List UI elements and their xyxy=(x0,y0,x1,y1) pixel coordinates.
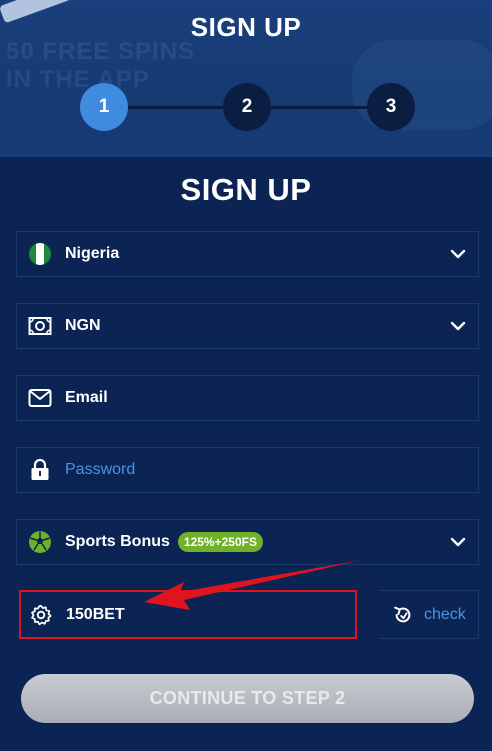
lock-icon xyxy=(27,457,53,483)
form-title: SIGN UP xyxy=(180,172,312,207)
check-label: check xyxy=(424,605,466,623)
password-field[interactable]: Password xyxy=(16,447,479,493)
continue-button[interactable]: CONTINUE TO STEP 2 xyxy=(21,674,474,723)
nigeria-flag-icon xyxy=(27,241,53,267)
envelope-icon xyxy=(27,385,53,411)
chevron-down-icon xyxy=(450,321,466,331)
check-promo-button[interactable]: check xyxy=(380,590,479,639)
refresh-icon xyxy=(392,604,414,626)
promo-code-value: 150BET xyxy=(66,605,125,623)
step-1: 1 xyxy=(80,83,128,131)
promo-banner: 50 FREE SPINS IN THE APP SIGN UP 1 2 3 xyxy=(0,0,492,157)
currency-value: NGN xyxy=(65,317,101,334)
currency-select[interactable]: NGN xyxy=(16,303,479,349)
step-3: 3 xyxy=(367,83,415,131)
country-value: Nigeria xyxy=(65,245,120,262)
bonus-badge: 125%+250FS xyxy=(177,532,263,552)
bonus-value: Sports Bonus xyxy=(65,533,170,550)
soccer-ball-icon xyxy=(27,529,53,555)
banner-title: SIGN UP xyxy=(190,12,302,42)
chevron-down-icon xyxy=(450,249,466,259)
country-select[interactable]: Nigeria xyxy=(16,231,479,277)
annotation-arrow-icon xyxy=(144,560,362,610)
gear-icon xyxy=(28,602,54,628)
password-placeholder: Password xyxy=(65,461,136,478)
banknote-icon xyxy=(27,313,53,339)
step-2: 2 xyxy=(223,83,271,131)
email-field[interactable]: Email xyxy=(16,375,479,421)
chevron-down-icon xyxy=(450,537,466,547)
email-placeholder: Email xyxy=(65,389,108,406)
